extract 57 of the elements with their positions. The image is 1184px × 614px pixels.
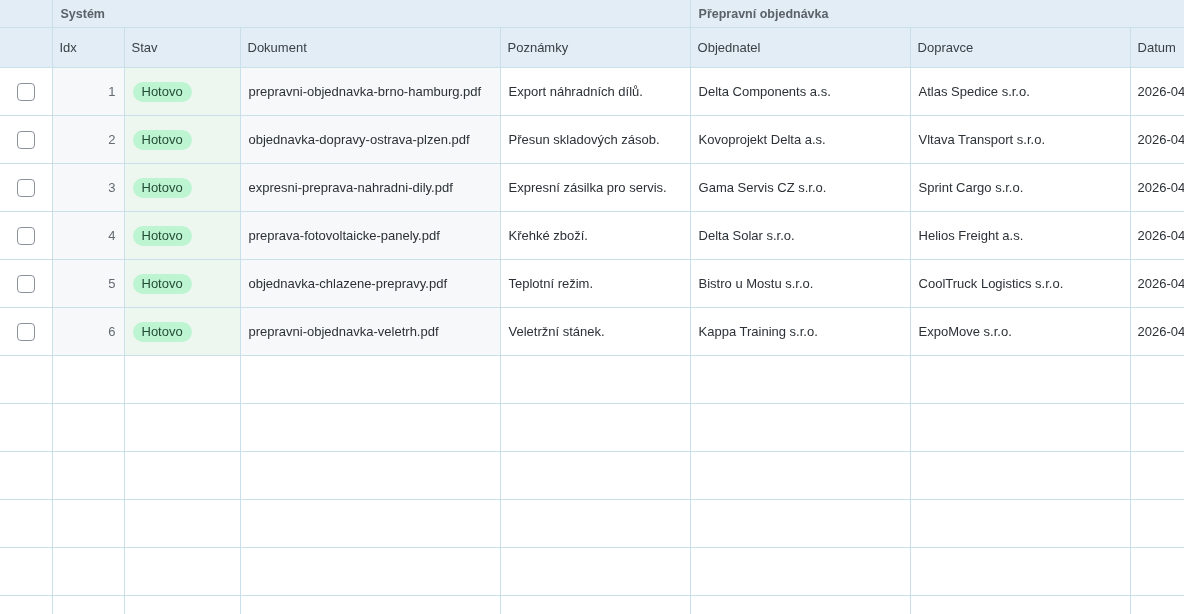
customer-name: Bistro u Mostu s.r.o. [698, 276, 814, 291]
column-header[interactable]: Dopravce [910, 27, 1131, 68]
row-index: 2 [108, 132, 116, 147]
note-text: Veletržní stánek. [508, 324, 605, 339]
column-header[interactable]: Idx [52, 27, 124, 68]
carrier-name: Vltava Transport s.r.o. [918, 132, 1045, 147]
date-text: 2026-04 [1137, 132, 1184, 147]
row-checkbox[interactable] [16, 178, 35, 197]
column-header[interactable]: Poznámky [500, 27, 691, 68]
date-text: 2026-04 [1137, 180, 1184, 195]
row-index: 5 [108, 276, 116, 291]
row-index: 6 [108, 324, 116, 339]
document-name: prepravni-objednavka-veletrh.pdf [248, 322, 439, 341]
customer-name: Kovoprojekt Delta a.s. [698, 132, 826, 147]
status-badge: Hotovo [132, 273, 192, 294]
status-badge: Hotovo [132, 225, 192, 246]
carrier-name: Sprint Cargo s.r.o. [918, 180, 1024, 195]
document-name: objednavka-chlazene-prepravy.pdf [248, 274, 447, 293]
carrier-name: CoolTruck Logistics s.r.o. [918, 276, 1064, 291]
note-text: Přesun skladových zásob. [508, 132, 660, 147]
row-checkbox[interactable] [16, 322, 35, 341]
status-badge: Hotovo [132, 177, 192, 198]
date-text: 2026-04 [1137, 276, 1184, 291]
document-name: objednavka-dopravy-ostrava-plzen.pdf [248, 130, 470, 149]
carrier-name: Helios Freight a.s. [918, 228, 1024, 243]
column-header[interactable]: Dokument [240, 27, 500, 68]
status-badge: Hotovo [132, 81, 192, 102]
column-group-header: Systém [52, 0, 691, 28]
column-header[interactable]: Objednatel [690, 27, 911, 68]
customer-name: Gama Servis CZ s.r.o. [698, 180, 827, 195]
row-checkbox[interactable] [16, 226, 35, 245]
column-header[interactable]: Stav [124, 27, 240, 68]
row-index: 3 [108, 180, 116, 195]
customer-name: Kappa Training s.r.o. [698, 324, 818, 339]
customer-name: Delta Solar s.r.o. [698, 228, 795, 243]
row-index: 4 [108, 228, 116, 243]
document-name: preprava-fotovoltaicke-panely.pdf [248, 226, 440, 245]
row-index: 1 [108, 84, 116, 99]
date-text: 2026-04 [1137, 228, 1184, 243]
status-badge: Hotovo [132, 129, 192, 150]
row-checkbox[interactable] [16, 274, 35, 293]
column-group-header: Přepravní objednávka [690, 0, 1184, 28]
status-badge: Hotovo [132, 321, 192, 342]
note-text: Expresní zásilka pro servis. [508, 180, 667, 195]
column-header[interactable]: Datum [1130, 27, 1184, 68]
row-checkbox[interactable] [16, 82, 35, 101]
customer-name: Delta Components a.s. [698, 84, 831, 99]
date-text: 2026-04 [1137, 324, 1184, 339]
note-text: Export náhradních dílů. [508, 84, 643, 99]
carrier-name: ExpoMove s.r.o. [918, 324, 1012, 339]
note-text: Křehké zboží. [508, 228, 588, 243]
note-text: Teplotní režim. [508, 276, 594, 291]
document-name: prepravni-objednavka-brno-hamburg.pdf [248, 82, 482, 101]
date-text: 2026-04 [1137, 84, 1184, 99]
row-checkbox[interactable] [16, 130, 35, 149]
document-name: expresni-preprava-nahradni-dily.pdf [248, 178, 453, 197]
carrier-name: Atlas Spedice s.r.o. [918, 84, 1030, 99]
